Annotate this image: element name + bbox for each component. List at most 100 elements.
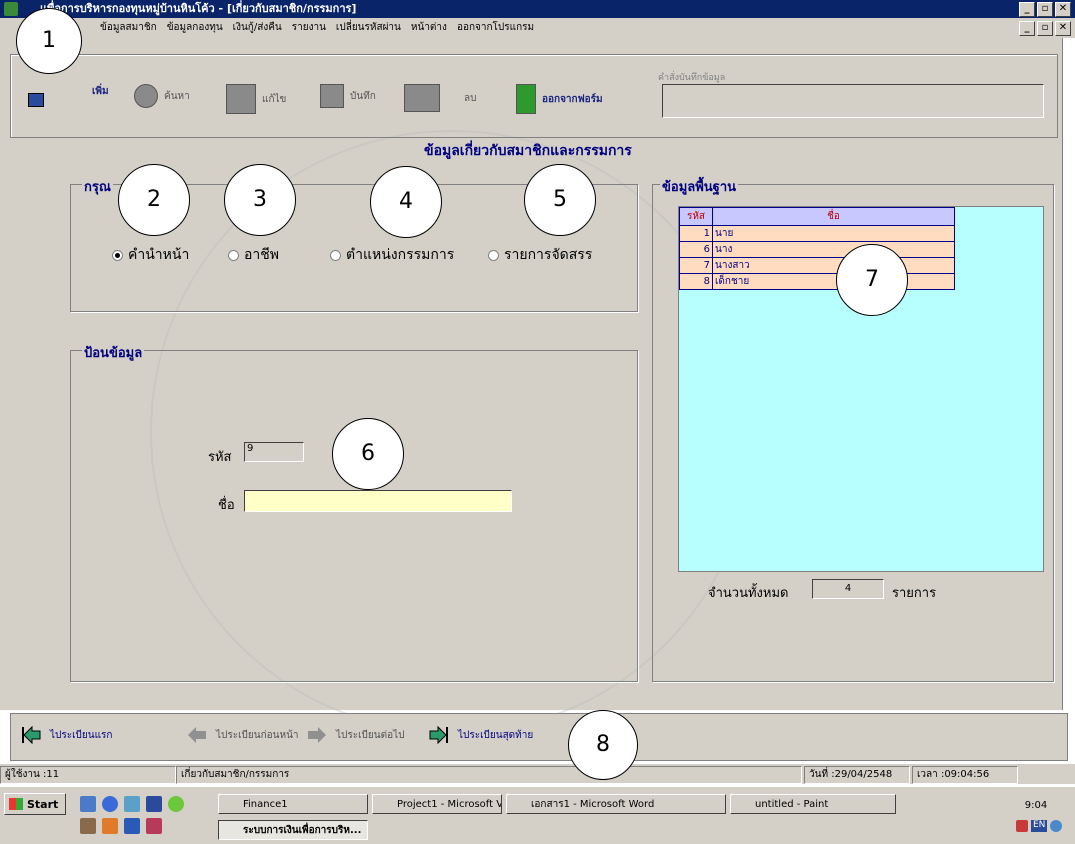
cell-code[interactable]: 6	[679, 241, 713, 258]
cell-code[interactable]: 7	[679, 257, 713, 274]
prev-record-label: ไประเบียนก่อนหน้า	[216, 729, 299, 741]
record-icon[interactable]	[28, 93, 44, 107]
floppy-icon[interactable]	[146, 796, 162, 812]
next-record-button[interactable]: ไประเบียนต่อไป	[306, 724, 404, 746]
table-row[interactable]: 8 เด็กชาย	[679, 273, 955, 290]
status-date: วันที่ :29/04/2548	[804, 766, 910, 784]
quick-launch-bottom	[80, 818, 162, 834]
close-button[interactable]: ✕	[1055, 2, 1071, 17]
task-finance1-label: Finance1	[243, 799, 288, 810]
name-field[interactable]	[244, 490, 512, 512]
callout-2: 2	[118, 164, 190, 236]
first-record-button[interactable]: ไประเบียนแรก	[20, 724, 112, 746]
col-code[interactable]: รหัส	[679, 207, 713, 226]
menu-window[interactable]: หน้าต่าง	[411, 18, 447, 38]
total-label: จำนวนทั้งหมด	[708, 586, 789, 601]
task-paint-label: untitled - Paint	[755, 799, 829, 810]
radio-occupation-dot[interactable]	[228, 249, 239, 261]
save-button[interactable]: บันทึก	[320, 84, 376, 108]
cell-name[interactable]: เด็กชาย	[712, 273, 955, 290]
radio-allocation[interactable]: รายการจัดสรร	[488, 244, 592, 266]
base-data-label: ข้อมูลพื้นฐาน	[660, 176, 739, 197]
radio-committee-position[interactable]: ตำแหน่งกรรมการ	[330, 244, 454, 266]
mdi-maximize-button[interactable]: ▫	[1037, 21, 1053, 36]
task-project1[interactable]: Project1 - Microsoft Visual...	[372, 794, 502, 814]
delete-icon	[404, 84, 440, 112]
mdi-minimize-button[interactable]: _	[1019, 21, 1035, 36]
record-navigation	[10, 713, 1068, 761]
explorer-icon[interactable]	[124, 796, 140, 812]
task-paint[interactable]: untitled - Paint	[730, 794, 896, 814]
first-record-label: ไประเบียนแรก	[50, 729, 113, 741]
word-icon[interactable]	[124, 818, 140, 834]
cell-name[interactable]: นาย	[712, 225, 955, 242]
radio-allocation-dot[interactable]	[488, 249, 499, 261]
task-finance-app[interactable]: ระบบการเงินเพื่อการบริห...	[218, 820, 368, 840]
callout-7: 7	[836, 244, 908, 316]
entry-group	[70, 350, 638, 682]
options-group-label: กรุณ	[82, 176, 113, 197]
prev-record-button[interactable]: ไประเบียนก่อนหน้า	[186, 724, 299, 746]
radio-committee-dot[interactable]	[330, 249, 341, 261]
start-button[interactable]: Start	[4, 793, 66, 815]
title-bar[interactable]: แพื่อการบริหารกองทุนหมู่บ้านหินโค้ว - [เ…	[0, 0, 1075, 18]
clock[interactable]: 9:04	[1004, 800, 1068, 811]
menu-exit[interactable]: ออกจากโปรแกรม	[457, 18, 534, 38]
cell-code[interactable]: 8	[679, 273, 713, 290]
table-row[interactable]: 7 นางสาว	[679, 257, 955, 274]
delete-button[interactable]: ลบ	[404, 84, 476, 112]
menu-fund[interactable]: ข้อมูลกองทุน	[167, 18, 223, 38]
mdi-controls: _ ▫ ✕	[1019, 21, 1071, 36]
task-finance1[interactable]: Finance1	[218, 794, 368, 814]
start-label: Start	[27, 798, 59, 811]
add-button[interactable]: เพิ่ม	[92, 84, 109, 99]
network-icon[interactable]	[1050, 820, 1063, 832]
radio-occupation[interactable]: อาชีพ	[228, 244, 279, 266]
search-icon	[134, 84, 158, 108]
mdi-close-button[interactable]: ✕	[1055, 21, 1071, 36]
menu-members[interactable]: ข้อมูลสมาชิก	[100, 18, 157, 38]
cell-name[interactable]: นางสาว	[712, 257, 955, 274]
language-indicator[interactable]: EN	[1031, 820, 1048, 832]
maximize-button[interactable]: ▫	[1037, 2, 1053, 17]
delete-label: ลบ	[464, 92, 477, 104]
search-button[interactable]: ค้นหา	[134, 84, 190, 108]
callout-8: 8	[568, 710, 638, 780]
cell-name[interactable]: นาง	[712, 241, 955, 258]
quick-launch-top	[80, 796, 184, 812]
radio-prefix[interactable]: คำนำหน้า	[112, 244, 189, 266]
app-icon-1[interactable]	[80, 818, 96, 834]
menu-reports[interactable]: รายงาน	[292, 18, 326, 38]
code-field[interactable]: 9	[244, 442, 304, 462]
table-row[interactable]: 1 นาย	[679, 225, 955, 242]
firefox-icon[interactable]	[102, 818, 118, 834]
col-name[interactable]: ชื่อ	[712, 207, 955, 226]
last-record-button[interactable]: ไประเบียนสุดท้าย	[428, 724, 533, 746]
last-arrow-icon	[429, 725, 448, 745]
app-icon[interactable]	[4, 2, 18, 16]
minimize-button[interactable]: _	[1019, 2, 1035, 17]
ie-icon[interactable]	[102, 796, 118, 812]
status-user: ผู้ใช้งาน :11	[0, 766, 176, 784]
edit-button[interactable]: แก้ไข	[226, 84, 286, 114]
window-title: แพื่อการบริหารกองทุนหมู่บ้านหินโค้ว - [เ…	[40, 2, 357, 15]
status-form: เกี่ยวกับสมาชิก/กรรมการ	[176, 766, 802, 784]
cell-code[interactable]: 1	[679, 225, 713, 242]
access-icon[interactable]	[146, 818, 162, 834]
media-icon[interactable]	[168, 796, 184, 812]
task-word-label: เอกสาร1 - Microsoft Word	[531, 799, 655, 810]
task-word[interactable]: เอกสาร1 - Microsoft Word	[506, 794, 726, 814]
antivirus-icon[interactable]	[1016, 820, 1028, 832]
desktop-icon[interactable]	[80, 796, 96, 812]
next-arrow-icon	[308, 727, 326, 743]
search-label: ค้นหา	[164, 90, 190, 102]
total-count: 4	[812, 579, 884, 599]
exit-label: ออกจากฟอร์ม	[542, 93, 603, 105]
menu-loans[interactable]: เงินกู้/ส่งคืน	[233, 18, 282, 38]
exit-form-button[interactable]: ออกจากฟอร์ม	[516, 84, 603, 114]
menu-change-password[interactable]: เปลี่ยนรหัสผ่าน	[336, 18, 401, 38]
radio-prefix-label: คำนำหน้า	[128, 247, 190, 263]
first-arrow-icon	[22, 725, 41, 745]
table-row[interactable]: 6 นาง	[679, 241, 955, 258]
radio-prefix-dot[interactable]	[112, 249, 123, 261]
